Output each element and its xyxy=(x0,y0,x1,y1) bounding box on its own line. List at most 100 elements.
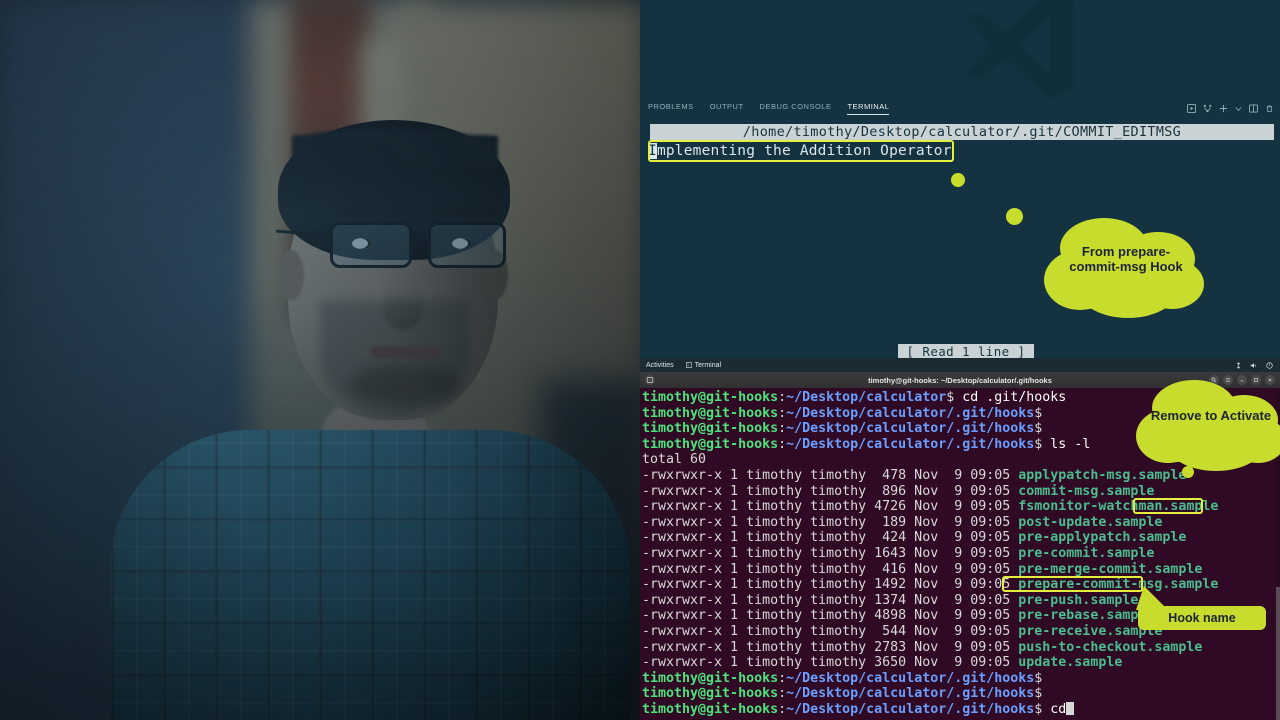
file-meta: -rwxrwxr-x 1 timothy timothy 189 Nov 9 0… xyxy=(642,514,1019,530)
prompt-path: ~/Desktop/calculator xyxy=(786,390,947,405)
terminal-app-icon xyxy=(645,375,655,385)
power-icon[interactable] xyxy=(1266,361,1273,369)
prompt-command: ls -l xyxy=(1042,436,1091,452)
prompt-colon: : xyxy=(778,670,787,686)
prompt-user: timothy@git-hooks xyxy=(642,670,779,686)
file-meta: -rwxrwxr-x 1 timothy timothy 416 Nov 9 0… xyxy=(642,561,1019,577)
prompt-user: timothy@git-hooks xyxy=(642,436,779,452)
terminal-line: -rwxrwxr-x 1 timothy timothy 896 Nov 9 0… xyxy=(642,484,1280,500)
file-name: commit-msg.sample xyxy=(1018,483,1155,499)
network-icon[interactable] xyxy=(1235,361,1242,369)
callout-from-prepare-commit-msg-hook: From prepare-commit-msg Hook xyxy=(1042,214,1210,326)
prompt-colon: : xyxy=(778,405,787,421)
file-name: push-to-checkout.sample xyxy=(1018,639,1203,655)
gnome-topbar-indicators[interactable] xyxy=(1235,361,1273,369)
chevron-down-icon[interactable] xyxy=(1235,104,1242,113)
terminal-toolbar[interactable] xyxy=(1187,98,1274,118)
file-name: post-update.sample xyxy=(1018,514,1163,530)
prompt-colon: : xyxy=(778,421,787,437)
prompt-colon: : xyxy=(778,436,787,452)
prompt-colon: : xyxy=(778,686,787,702)
terminal-line: -rwxrwxr-x 1 timothy timothy 424 Nov 9 0… xyxy=(642,530,1280,546)
prompt-path: ~/Desktop/calculator/.git/hooks xyxy=(786,701,1035,717)
activities-button[interactable]: Activities xyxy=(646,362,674,369)
terminal-line: -rwxrwxr-x 1 timothy timothy 1643 Nov 9 … xyxy=(642,546,1280,562)
nano-filename-bar: /home/timothy/Desktop/calculator/.git/CO… xyxy=(650,124,1274,140)
kill-terminal-trash-icon[interactable] xyxy=(1265,104,1274,113)
terminal-app-name: Terminal xyxy=(694,361,722,369)
terminal-titlebar-left[interactable] xyxy=(645,375,655,385)
prompt-path: ~/Desktop/calculator/.git/hooks xyxy=(786,670,1035,686)
new-terminal-icon[interactable] xyxy=(1219,104,1228,113)
file-meta: -rwxrwxr-x 1 timothy timothy 896 Nov 9 0… xyxy=(642,483,1019,499)
panel-tab-bar[interactable]: PROBLEMS OUTPUT DEBUG CONSOLE TERMINAL xyxy=(640,98,1280,118)
photo-vignette xyxy=(0,0,640,720)
prompt-path: ~/Desktop/calculator/.git/hooks xyxy=(786,405,1035,421)
prompt-path: ~/Desktop/calculator/.git/hooks xyxy=(786,421,1035,437)
tab-output[interactable]: OUTPUT xyxy=(710,102,744,114)
commit-message-highlight xyxy=(648,140,954,162)
nano-status-bar: [ Read 1 line ] xyxy=(898,344,1034,359)
file-meta: -rwxrwxr-x 1 timothy timothy 1374 Nov 9 … xyxy=(642,592,1019,608)
file-meta: -rwxrwxr-x 1 timothy timothy 544 Nov 9 0… xyxy=(642,623,1019,639)
prompt-colon: : xyxy=(778,390,787,405)
git-branch-icon[interactable] xyxy=(1203,104,1212,113)
file-name: pre-applypatch.sample xyxy=(1018,530,1187,546)
file-meta: -rwxrwxr-x 1 timothy timothy 4898 Nov 9 … xyxy=(642,608,1019,624)
terminal-cursor xyxy=(1066,701,1075,715)
terminal-line: timothy@git-hooks:~/Desktop/calculator/.… xyxy=(642,701,1280,718)
tab-terminal[interactable]: TERMINAL xyxy=(847,102,890,115)
prompt-path: ~/Desktop/calculator/.git/hooks xyxy=(786,436,1035,452)
tab-debug-console[interactable]: DEBUG CONSOLE xyxy=(760,102,832,114)
vscode-logo-watermark xyxy=(965,0,1075,100)
file-meta: -rwxrwxr-x 1 timothy timothy 4726 Nov 9 … xyxy=(642,499,1019,515)
callout-trail-dot-small xyxy=(1006,208,1023,225)
prompt-colon: : xyxy=(778,701,787,717)
presenter-photo xyxy=(0,0,640,720)
file-meta: -rwxrwxr-x 1 timothy timothy 2783 Nov 9 … xyxy=(642,639,1019,655)
callout-trail-dot-large xyxy=(951,173,965,187)
gnome-topbar-left[interactable]: Activities Terminal xyxy=(646,362,721,369)
terminal-icon xyxy=(685,362,692,368)
file-meta: -rwxrwxr-x 1 timothy timothy 3650 Nov 9 … xyxy=(642,655,1019,671)
terminal-line: -rwxrwxr-x 1 timothy timothy 189 Nov 9 0… xyxy=(642,515,1280,531)
prompt-path: ~/Desktop/calculator/.git/hooks xyxy=(786,686,1035,702)
prompt-command: cd .git/hooks xyxy=(954,390,1067,405)
callout-text: From prepare-commit-msg Hook xyxy=(1069,244,1183,275)
file-meta: -rwxrwxr-x 1 timothy timothy 478 Nov 9 0… xyxy=(642,467,1019,483)
terminal-line: -rwxrwxr-x 1 timothy timothy 3650 Nov 9 … xyxy=(642,655,1280,671)
volume-icon[interactable] xyxy=(1250,362,1258,369)
file-meta: -rwxrwxr-x 1 timothy timothy 424 Nov 9 0… xyxy=(642,530,1019,546)
prompt-dollar: $ xyxy=(1034,670,1043,686)
screenshot-root: PROBLEMS OUTPUT DEBUG CONSOLE TERMINAL /… xyxy=(0,0,1280,720)
prompt-user: timothy@git-hooks xyxy=(642,421,779,437)
prompt-dollar: $ xyxy=(1034,421,1043,437)
terminal-line: -rwxrwxr-x 1 timothy timothy 416 Nov 9 0… xyxy=(642,562,1280,578)
sample-suffix-highlight xyxy=(1133,498,1203,514)
prompt-dollar: $ xyxy=(1034,405,1043,421)
file-name: update.sample xyxy=(1018,655,1123,671)
cloud-shape xyxy=(1136,380,1280,471)
split-terminal-icon[interactable] xyxy=(1249,103,1258,113)
prompt-user: timothy@git-hooks xyxy=(642,405,779,421)
prompt-command: cd xyxy=(1042,701,1067,717)
launch-profile-icon[interactable] xyxy=(1187,103,1196,113)
prompt-user: timothy@git-hooks xyxy=(642,701,779,717)
callout-text: Remove to Activate xyxy=(1150,408,1272,423)
terminal-line: timothy@git-hooks:~/Desktop/calculator/.… xyxy=(642,686,1280,702)
tab-problems[interactable]: PROBLEMS xyxy=(648,102,694,114)
terminal-line: -rwxrwxr-x 1 timothy timothy 2783 Nov 9 … xyxy=(642,640,1280,656)
prompt-user: timothy@git-hooks xyxy=(642,390,779,405)
terminal-window-title: timothy@git-hooks: ~/Desktop/calculator/… xyxy=(868,375,1052,385)
callout-remove-to-activate: Remove to Activate xyxy=(1136,378,1280,476)
file-name: pre-commit.sample xyxy=(1018,545,1155,561)
prompt-user: timothy@git-hooks xyxy=(642,686,779,702)
file-meta: -rwxrwxr-x 1 timothy timothy 1643 Nov 9 … xyxy=(642,545,1019,561)
gnome-top-bar[interactable]: Activities Terminal xyxy=(640,358,1280,372)
callout-hook-name: Hook name xyxy=(1138,606,1266,630)
file-meta: -rwxrwxr-x 1 timothy timothy 1492 Nov 9 … xyxy=(642,577,1019,593)
file-name: pre-merge-commit.sample xyxy=(1018,561,1203,577)
terminal-line: timothy@git-hooks:~/Desktop/calculator/.… xyxy=(642,671,1280,687)
terminal-app-menu[interactable]: Terminal xyxy=(685,361,722,369)
prompt-dollar: $ xyxy=(1034,686,1043,702)
